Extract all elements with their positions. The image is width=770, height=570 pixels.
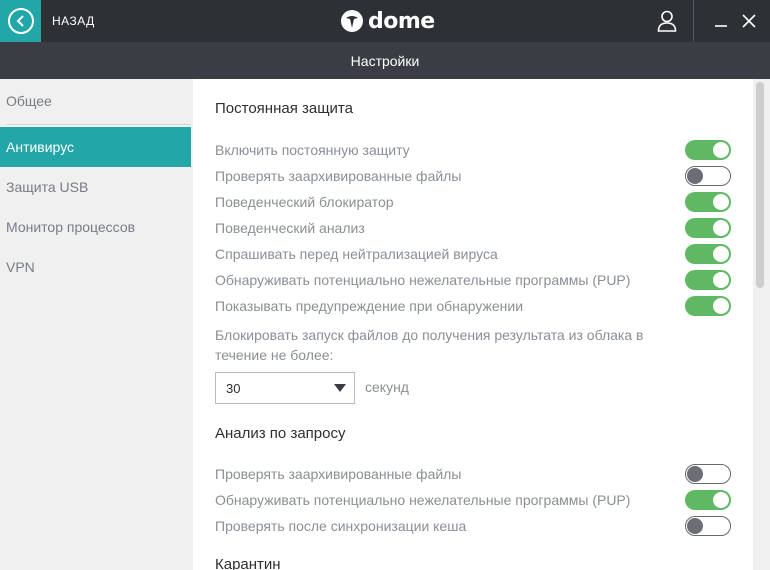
user-icon — [657, 10, 676, 32]
toggle-switch[interactable] — [685, 464, 731, 484]
option-row: Поведенческий анализ — [215, 215, 731, 241]
section-title-quarantine: Карантин — [215, 556, 281, 570]
option-row: Поведенческий блокиратор — [215, 189, 731, 215]
chevron-left-icon — [7, 8, 34, 34]
toggle-switch[interactable] — [685, 490, 731, 510]
option-label: Поведенческий блокиратор — [215, 194, 394, 210]
toggle-switch[interactable] — [685, 192, 731, 212]
title-bar: НАЗАД dome — [0, 0, 770, 42]
user-button[interactable] — [640, 0, 693, 42]
sidebar-item-process-monitor[interactable]: Монитор процессов — [0, 207, 191, 247]
dome-logo: dome — [340, 7, 435, 35]
sidebar-item-general[interactable]: Общее — [0, 81, 191, 121]
sidebar: Общее Антивирус Защита USB Монитор проце… — [0, 79, 193, 570]
option-label: Показывать предупреждение при обнаружени… — [215, 298, 524, 314]
option-row: Проверять заархивированные файлы — [215, 461, 731, 487]
close-icon — [742, 14, 756, 28]
option-label: Спрашивать перед нейтрализацией вируса — [215, 246, 498, 262]
timeout-select[interactable]: 30 — [215, 372, 355, 404]
back-label[interactable]: НАЗАД — [52, 14, 95, 28]
titlebar-divider — [693, 0, 694, 42]
sidebar-divider — [6, 124, 191, 125]
option-row: Показывать предупреждение при обнаружени… — [215, 293, 731, 319]
settings-content: Постоянная защита Включить постоянную за… — [193, 79, 753, 570]
dome-logo-icon — [341, 10, 363, 32]
option-row: Спрашивать перед нейтрализацией вируса — [215, 241, 731, 267]
option-label: Проверять после синхронизации кеша — [215, 518, 467, 534]
page-header: Настройки — [0, 42, 770, 79]
toggle-switch[interactable] — [685, 296, 731, 316]
sidebar-item-usb-protection[interactable]: Защита USB — [0, 167, 191, 207]
sidebar-item-vpn[interactable]: VPN — [0, 247, 191, 287]
section-title-realtime: Постоянная защита — [215, 100, 353, 117]
timeout-select-value: 30 — [226, 380, 241, 396]
toggle-switch[interactable] — [685, 218, 731, 238]
option-label: Проверять заархивированные файлы — [215, 168, 462, 184]
toggle-switch[interactable] — [685, 166, 731, 186]
toggle-switch[interactable] — [685, 516, 731, 536]
option-row: Обнаруживать потенциально нежелательные … — [215, 487, 731, 513]
option-label: Обнаруживать потенциально нежелательные … — [215, 492, 631, 508]
option-row: Обнаруживать потенциально нежелательные … — [215, 267, 731, 293]
minimize-button[interactable] — [708, 8, 734, 34]
minimize-icon — [715, 25, 727, 27]
toggle-switch[interactable] — [685, 270, 731, 290]
scrollbar-thumb[interactable] — [756, 82, 764, 288]
toggle-switch[interactable] — [685, 140, 731, 160]
toggle-switch[interactable] — [685, 244, 731, 264]
caret-down-icon — [334, 384, 346, 392]
page-title: Настройки — [350, 52, 420, 69]
section-title-ondemand: Анализ по запросу — [215, 425, 346, 442]
option-row: Проверять после синхронизации кеша — [215, 513, 731, 539]
option-label: Проверять заархивированные файлы — [215, 466, 462, 482]
close-button[interactable] — [736, 8, 762, 34]
logo-text: dome — [368, 8, 435, 34]
option-label: Включить постоянную защиту — [215, 142, 410, 158]
option-label: Обнаруживать потенциально нежелательные … — [215, 272, 631, 288]
timeout-unit-label: секунд — [365, 379, 409, 395]
back-button[interactable] — [0, 0, 41, 42]
cloud-block-description: Блокировать запуск файлов до получения р… — [215, 327, 644, 363]
option-row: Проверять заархивированные файлы — [215, 163, 731, 189]
option-row: Включить постоянную защиту — [215, 137, 731, 163]
option-label: Поведенческий анализ — [215, 220, 365, 236]
sidebar-item-antivirus[interactable]: Антивирус — [0, 127, 191, 167]
